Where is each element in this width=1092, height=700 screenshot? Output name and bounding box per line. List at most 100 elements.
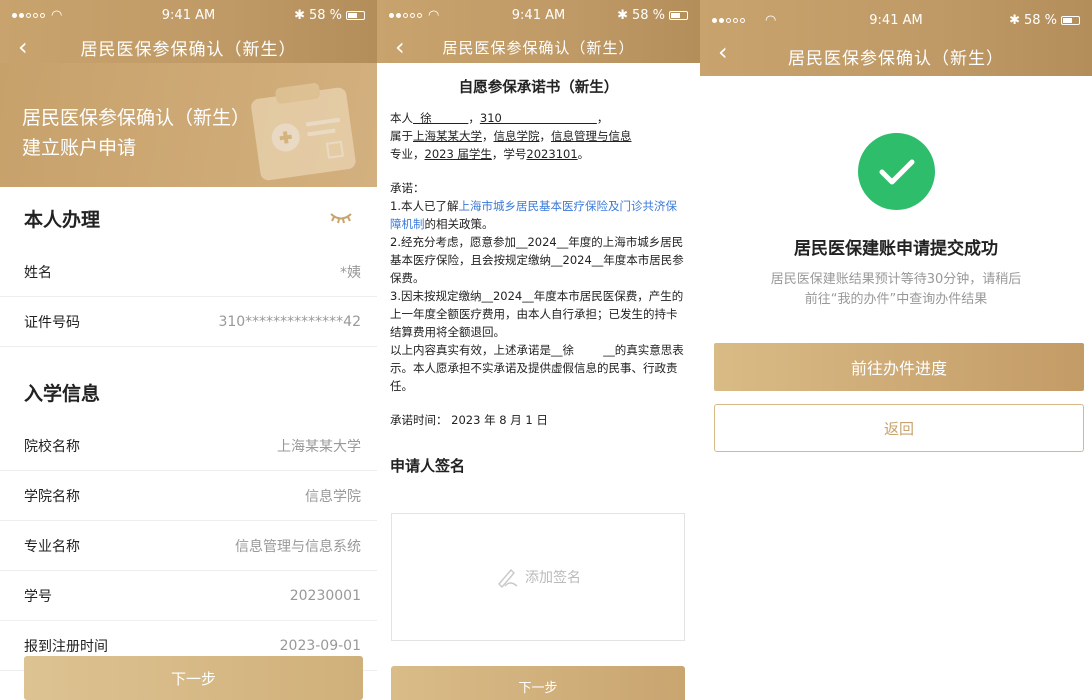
doc-text: 1.本人已了解	[390, 199, 459, 213]
success-check-icon	[858, 133, 935, 210]
battery-level: 58 %	[1023, 12, 1057, 28]
signal-icon	[12, 13, 45, 18]
signal-icon	[712, 17, 745, 23]
doc-text: 属于	[390, 129, 413, 143]
promise-item-3: 3.因未按规定缴纳__2024__年度本市居民医保费，产生的上一年度全额医疗费用…	[390, 289, 684, 339]
doc-text: ，学号	[491, 147, 527, 161]
row-college: 学院名称 信息学院	[0, 471, 377, 521]
row-label: 学院名称	[24, 488, 80, 505]
nav-bar: ‹ 居民医保参保确认（新生）	[700, 38, 1092, 72]
header: ◠ 9:41 AM ✱ 58 % ‹ 居民医保参保确认（新生）	[0, 0, 377, 63]
applicant-name: 徐	[413, 111, 469, 125]
back-button[interactable]: ‹	[395, 33, 405, 61]
section-self-title: 本人办理	[24, 208, 101, 231]
back-button[interactable]: ‹	[18, 33, 28, 61]
bluetooth-icon: ✱	[294, 8, 305, 23]
row-id: 证件号码 310**************42	[0, 297, 377, 347]
hero-subtitle: 建立账户申请	[22, 137, 137, 159]
status-bar: ◠ 9:41 AM ✱ 58 %	[700, 0, 1092, 40]
row-value: 20230001	[289, 587, 361, 604]
nav-bar: ‹ 居民医保参保确认（新生）	[377, 31, 700, 63]
signature-placeholder: 添加签名	[525, 570, 581, 586]
row-label: 学号	[24, 588, 52, 605]
battery-icon	[346, 11, 365, 20]
school-name: 上海某某大学	[413, 129, 482, 143]
row-school: 院校名称 上海某某大学	[0, 421, 377, 471]
student-id: 2023101	[526, 147, 578, 161]
signature-header: 申请人签名	[390, 457, 466, 475]
doc-text: 。	[577, 147, 590, 161]
hero-banner: 居民医保参保确认（新生） 建立账户申请	[0, 63, 377, 187]
success-desc-line: 前往“我的办件”中查询办件结果	[804, 292, 988, 307]
status-bar: ◠ 9:41 AM ✱ 58 %	[377, 0, 700, 31]
row-value: 上海某某大学	[277, 438, 361, 455]
commitment-letter: 自愿参保承诺书（新生） 本人 徐 ，310 ， 属于上海某某大学，信息学院，信息…	[377, 63, 700, 429]
section-school-title: 入学信息	[24, 382, 101, 405]
doc-title: 自愿参保承诺书（新生）	[458, 80, 619, 96]
row-student-id: 学号 20230001	[0, 571, 377, 621]
row-value: 2023-09-01	[279, 637, 361, 654]
doc-text: ，	[482, 129, 494, 143]
row-value: 信息管理与信息系统	[235, 538, 361, 555]
row-major: 专业名称 信息管理与信息系统	[0, 521, 377, 571]
section-school: 入学信息	[0, 347, 377, 421]
screen-form: ◠ 9:41 AM ✱ 58 % ‹ 居民医保参保确认（新生） 居民医保参保确认…	[0, 0, 377, 700]
row-value: 310**************42	[218, 313, 361, 330]
grade-year: 2023 届学生	[424, 147, 492, 161]
hero-title: 居民医保参保确认（新生）	[22, 107, 251, 129]
row-value: 信息学院	[305, 488, 361, 505]
row-value: *姨	[340, 264, 361, 281]
battery: ✱ 58 %	[617, 8, 688, 23]
header: ◠ 9:41 AM ✱ 58 % ‹ 居民医保参保确认（新生）	[377, 0, 700, 63]
return-button[interactable]: 返回	[714, 404, 1084, 452]
wifi-icon: ◠	[765, 12, 777, 28]
doc-text: 专业，	[390, 147, 425, 161]
wifi-icon: ◠	[51, 8, 63, 23]
success-desc-line: 居民医保建账结果预计等待30分钟，请稍后	[770, 272, 1022, 287]
doc-text: ，	[468, 111, 480, 125]
signal: ◠	[12, 8, 62, 23]
signal: ◠	[389, 8, 439, 23]
battery-icon	[1061, 15, 1080, 25]
promise-header: 承诺：	[390, 181, 425, 195]
bluetooth-icon: ✱	[617, 8, 628, 23]
battery-icon	[669, 11, 688, 20]
view-progress-button[interactable]: 前往办件进度	[714, 343, 1084, 391]
header: ◠ 9:41 AM ✱ 58 % ‹ 居民医保参保确认（新生）	[700, 0, 1092, 76]
eye-closed-icon[interactable]	[329, 211, 353, 225]
pen-icon	[498, 568, 518, 588]
row-label: 院校名称	[24, 438, 80, 455]
row-label: 报到注册时间	[24, 638, 108, 655]
promise-item-2: 2.经充分考虑，愿意参加__2024__年度的上海市城乡居民基本医疗保险，且会按…	[390, 235, 684, 285]
battery: ✱ 58 %	[294, 8, 365, 23]
nav-bar: ‹ 居民医保参保确认（新生）	[0, 31, 377, 63]
nav-title: 居民医保参保确认（新生）	[80, 39, 297, 60]
next-button[interactable]: 下一步	[24, 656, 363, 700]
success-title: 居民医保建账申请提交成功	[794, 239, 998, 259]
commit-time: 承诺时间： 2023 年 8 月 1 日	[390, 413, 548, 427]
row-label: 姓名	[24, 264, 52, 281]
screen-success: ◠ 9:41 AM ✱ 58 % ‹ 居民医保参保确认（新生） 居民医保建账申请…	[700, 0, 1092, 700]
section-self: 本人办理	[0, 189, 377, 247]
major-name: 信息管理与信息	[551, 129, 632, 143]
battery-level: 58 %	[308, 8, 342, 23]
back-button[interactable]: ‹	[718, 38, 728, 66]
signature-box[interactable]: 添加签名	[391, 513, 685, 641]
doc-text: 的相关政策。	[424, 217, 494, 231]
doc-text: ，	[596, 111, 609, 125]
next-button[interactable]: 下一步	[391, 666, 685, 700]
applicant-id: 310	[479, 111, 597, 125]
doc-text: ，	[539, 129, 552, 143]
signal-icon	[389, 13, 422, 18]
success-description: 居民医保建账结果预计等待30分钟，请稍后 前往“我的办件”中查询办件结果	[700, 270, 1092, 310]
promise-declaration: 以上内容真实有效，上述承诺是__徐 __的真实意思表示。本人愿承担不实承诺及提供…	[390, 343, 684, 393]
doc-text: 本人	[390, 111, 413, 125]
doc-paragraph-identity: 本人 徐 ，310 ， 属于上海某某大学，信息学院，信息管理与信息 专业，202…	[390, 109, 687, 163]
screen-commitment: ◠ 9:41 AM ✱ 58 % ‹ 居民医保参保确认（新生） 自愿参保承诺书（…	[377, 0, 700, 700]
nav-title: 居民医保参保确认（新生）	[442, 38, 635, 57]
row-label: 证件号码	[24, 314, 80, 331]
row-name: 姓名 *姨	[0, 247, 377, 297]
wifi-icon: ◠	[428, 8, 440, 23]
college-name: 信息学院	[493, 129, 540, 143]
row-label: 专业名称	[24, 538, 80, 555]
